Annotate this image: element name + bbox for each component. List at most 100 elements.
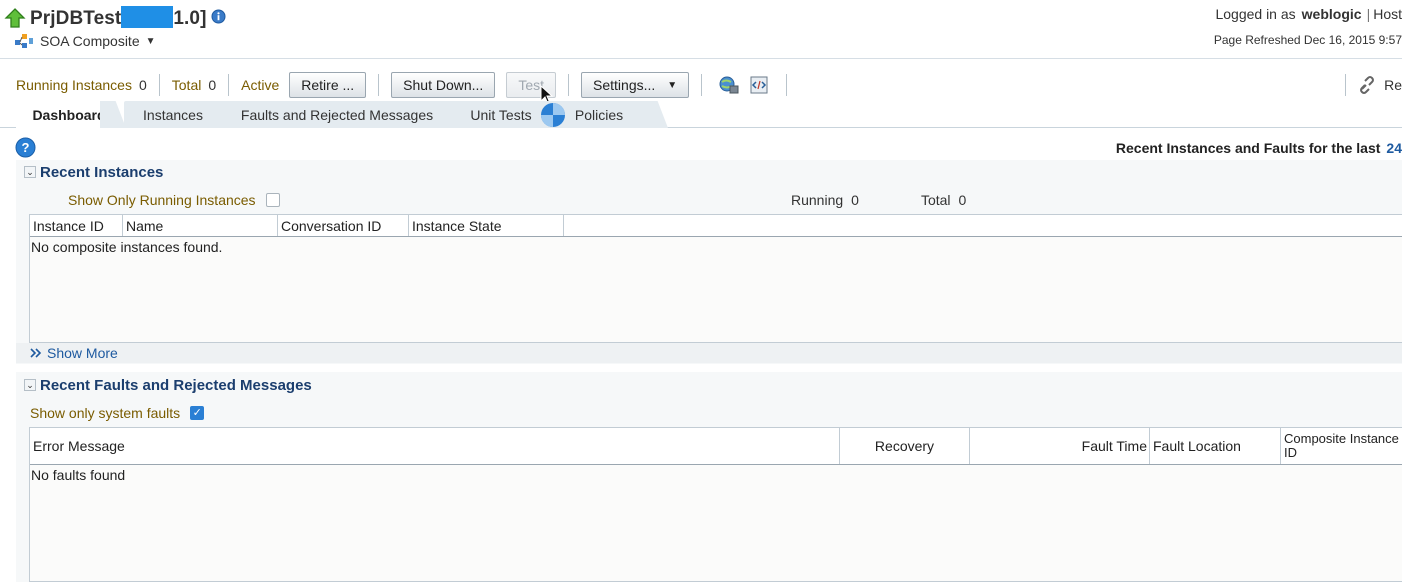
column-header-instance-id[interactable]: Instance ID — [30, 215, 123, 236]
help-icon[interactable]: ? — [15, 137, 36, 158]
column-label: Instance ID — [33, 217, 104, 234]
redacted-block — [121, 6, 174, 28]
instances-table: Instance ID Name Conversation ID Instanc… — [29, 214, 1402, 343]
double-chevron-right-icon — [30, 348, 42, 358]
show-only-running-label: Show Only Running Instances — [68, 192, 256, 208]
composite-type-label: SOA Composite — [40, 33, 140, 49]
composite-icon — [15, 34, 33, 48]
column-label: Name — [126, 217, 164, 234]
title-prefix: PrjDBTest — [30, 8, 122, 29]
column-label: Conversation ID — [281, 217, 382, 234]
faults-empty-message: No faults found — [31, 467, 126, 483]
page-title: PrjDBTest 1.0] — [30, 6, 207, 30]
collapse-icon[interactable]: ⌄ — [24, 166, 36, 178]
settings-button[interactable]: Settings... ▼ — [581, 72, 690, 98]
running-value: 0 — [851, 192, 859, 208]
composite-type-menu[interactable]: SOA Composite ▼ — [14, 31, 156, 51]
column-label: Composite Instance — [1284, 431, 1399, 446]
instances-table-header: Instance ID Name Conversation ID Instanc… — [30, 215, 1402, 237]
toolbar-separator — [568, 74, 570, 96]
logged-in-label: Logged in as — [1215, 6, 1296, 22]
page-refreshed: Page Refreshed Dec 16, 2015 9:57 — [1213, 33, 1402, 47]
svg-text:?: ? — [22, 140, 30, 155]
chevron-down-icon: ▼ — [145, 35, 156, 47]
column-header-error-message[interactable]: Error Message — [30, 428, 840, 464]
faults-table-header: Error Message Recovery Fault Time Fault … — [30, 428, 1402, 465]
tab-label: Dashboard — [32, 106, 106, 123]
recent-instances-header[interactable]: ⌄ Recent Instances — [24, 163, 163, 181]
up-arrow-icon — [4, 8, 26, 28]
active-label: Active — [241, 77, 280, 93]
settings-button-label: Settings... — [593, 77, 656, 93]
globe-link-icon[interactable] — [718, 74, 740, 96]
instances-summary: Running 0 Total 0 — [791, 191, 966, 209]
column-header-recovery[interactable]: Recovery — [840, 428, 970, 464]
link-icon[interactable] — [1356, 74, 1378, 96]
loading-spinner-icon — [541, 103, 565, 127]
separator: | — [1366, 6, 1371, 22]
tab-edge — [642, 101, 668, 128]
show-more-link[interactable]: Show More — [29, 345, 118, 361]
title-suffix: 1.0] — [173, 8, 207, 29]
column-header-fault-time[interactable]: Fault Time — [970, 428, 1150, 464]
retire-button[interactable]: Retire ... — [289, 72, 367, 98]
instances-panel-footer — [16, 343, 1402, 363]
recent-instances-title: Recent Instances — [40, 163, 164, 181]
toolbar-separator — [158, 74, 160, 96]
show-more-label: Show More — [47, 345, 118, 361]
source-code-icon[interactable] — [748, 74, 770, 96]
show-system-faults-checkbox[interactable]: ✓ — [190, 406, 205, 420]
total-label: Total — [920, 192, 951, 208]
tab-label: Instances — [143, 106, 203, 123]
info-icon[interactable] — [211, 9, 226, 27]
tab-faults-and-rejected-messages[interactable]: Faults and Rejected Messages — [226, 101, 448, 128]
column-label: Fault Location — [1153, 438, 1241, 454]
tab-instances[interactable]: Instances — [124, 101, 222, 128]
tab-unit-tests[interactable]: Unit Tests — [452, 101, 550, 128]
column-header-name[interactable]: Name — [123, 215, 278, 236]
show-only-running-checkbox[interactable] — [265, 193, 280, 207]
tab-label: Faults and Rejected Messages — [240, 106, 434, 123]
recent-faults-header[interactable]: ⌄ Recent Faults and Rejected Messages — [24, 376, 312, 394]
collapse-icon[interactable]: ⌄ — [24, 379, 36, 391]
login-info: Logged in as weblogic | Host — [1215, 5, 1402, 23]
toolbar-separator — [701, 74, 703, 96]
total-value: 0 — [208, 77, 217, 93]
running-label: Running — [791, 192, 844, 208]
show-system-faults-label: Show only system faults — [30, 405, 181, 421]
toolbar-separator — [378, 74, 380, 96]
host-label[interactable]: Host — [1373, 6, 1402, 22]
column-label: Fault Time — [1081, 438, 1147, 454]
toolbar-separator — [1345, 74, 1347, 96]
composite-toolbar: Running Instances 0 Total 0 Active Retir… — [16, 71, 799, 99]
column-label: Instance State — [412, 217, 502, 234]
running-instances-label: Running Instances — [16, 77, 132, 93]
recent-window-header: Recent Instances and Faults for the last… — [1116, 140, 1402, 156]
chevron-down-icon: ▼ — [667, 79, 678, 91]
tab-edge — [100, 101, 126, 128]
column-header-fault-location[interactable]: Fault Location — [1150, 428, 1281, 464]
column-label: Recovery — [874, 438, 935, 454]
tab-label: Policies — [574, 106, 624, 123]
shutdown-button[interactable]: Shut Down... — [391, 72, 496, 98]
show-system-faults-row: Show only system faults ✓ — [30, 404, 205, 422]
column-header-conversation-id[interactable]: Conversation ID — [278, 215, 409, 236]
recent-window-label: Recent Instances and Faults for the last — [1115, 140, 1381, 156]
tab-policies[interactable]: Policies — [554, 101, 644, 128]
toolbar-separator — [228, 74, 230, 96]
recent-window-value[interactable]: 24 — [1386, 140, 1402, 156]
column-header-instance-state[interactable]: Instance State — [409, 215, 564, 236]
header-divider — [0, 58, 1402, 59]
instances-empty-message: No composite instances found. — [31, 239, 223, 255]
total-value: 0 — [958, 192, 967, 208]
column-header-composite-instance-id[interactable]: Composite Instance ID — [1281, 428, 1402, 464]
running-instances-value: 0 — [138, 77, 147, 93]
toolbar-separator — [786, 74, 788, 96]
column-label: Error Message — [33, 438, 125, 454]
page-title-row: PrjDBTest 1.0] — [4, 5, 226, 31]
right-toolbar-link[interactable]: Re — [1384, 77, 1402, 93]
user-name: weblogic — [1301, 6, 1362, 22]
total-label: Total — [171, 77, 202, 93]
column-label: ID — [1284, 445, 1297, 460]
show-only-running-row: Show Only Running Instances — [68, 191, 280, 209]
